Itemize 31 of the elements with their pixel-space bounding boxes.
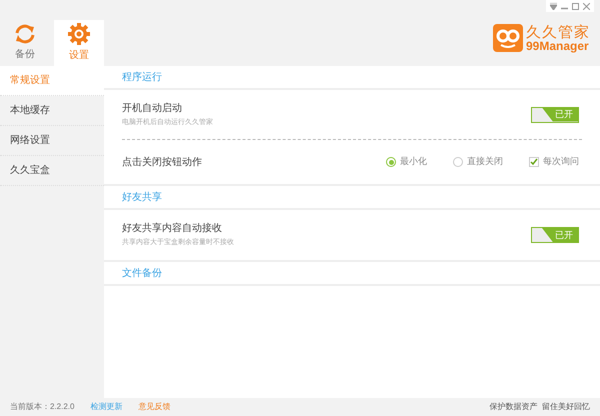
logo-subtitle: 99Manager bbox=[526, 40, 590, 52]
toggle-label: 已开 bbox=[554, 110, 573, 119]
setting-label: 好友共享内容自动接收 bbox=[122, 222, 223, 236]
top-tab[interactable]: 设置 bbox=[54, 20, 104, 66]
checkbox[interactable] bbox=[529, 157, 539, 167]
logo-title: 久久管家 bbox=[526, 24, 590, 40]
checkbox-option[interactable]: 每次询问 bbox=[529, 155, 579, 169]
slogan-text: 保护数据资产 留住美好回忆 bbox=[490, 401, 590, 413]
section-title: 好友共享 bbox=[122, 190, 162, 204]
radio-option[interactable]: 直接关闭 bbox=[453, 155, 503, 169]
radio-button[interactable] bbox=[386, 157, 396, 167]
setting-label: 开机自动启动 bbox=[122, 102, 183, 116]
dropdown-icon[interactable] bbox=[550, 2, 557, 10]
radio-option[interactable]: 最小化 bbox=[386, 155, 427, 169]
section-title: 文件备份 bbox=[122, 266, 162, 280]
toggle-switch[interactable]: 已开 bbox=[531, 106, 579, 122]
setting-label: 点击关闭按钮动作 bbox=[122, 156, 202, 170]
sidebar-item[interactable]: 常规设置 bbox=[0, 66, 104, 96]
toggle-switch[interactable]: 已开 bbox=[531, 227, 579, 243]
gear-icon bbox=[68, 23, 90, 45]
version-text: 当前版本：2.2.2.0 bbox=[10, 401, 74, 413]
check-update-link[interactable]: 检测更新 bbox=[90, 401, 122, 413]
sync-icon bbox=[14, 24, 36, 44]
feedback-link[interactable]: 意见反馈 bbox=[138, 401, 170, 413]
maximize-icon[interactable] bbox=[572, 2, 579, 10]
logo-icon bbox=[493, 24, 523, 52]
top-tab[interactable]: 备份 bbox=[0, 20, 50, 66]
radio-button[interactable] bbox=[453, 157, 463, 167]
toggle-label: 已开 bbox=[554, 230, 573, 240]
section-title: 程序运行 bbox=[122, 70, 162, 84]
close-icon[interactable] bbox=[583, 2, 590, 10]
